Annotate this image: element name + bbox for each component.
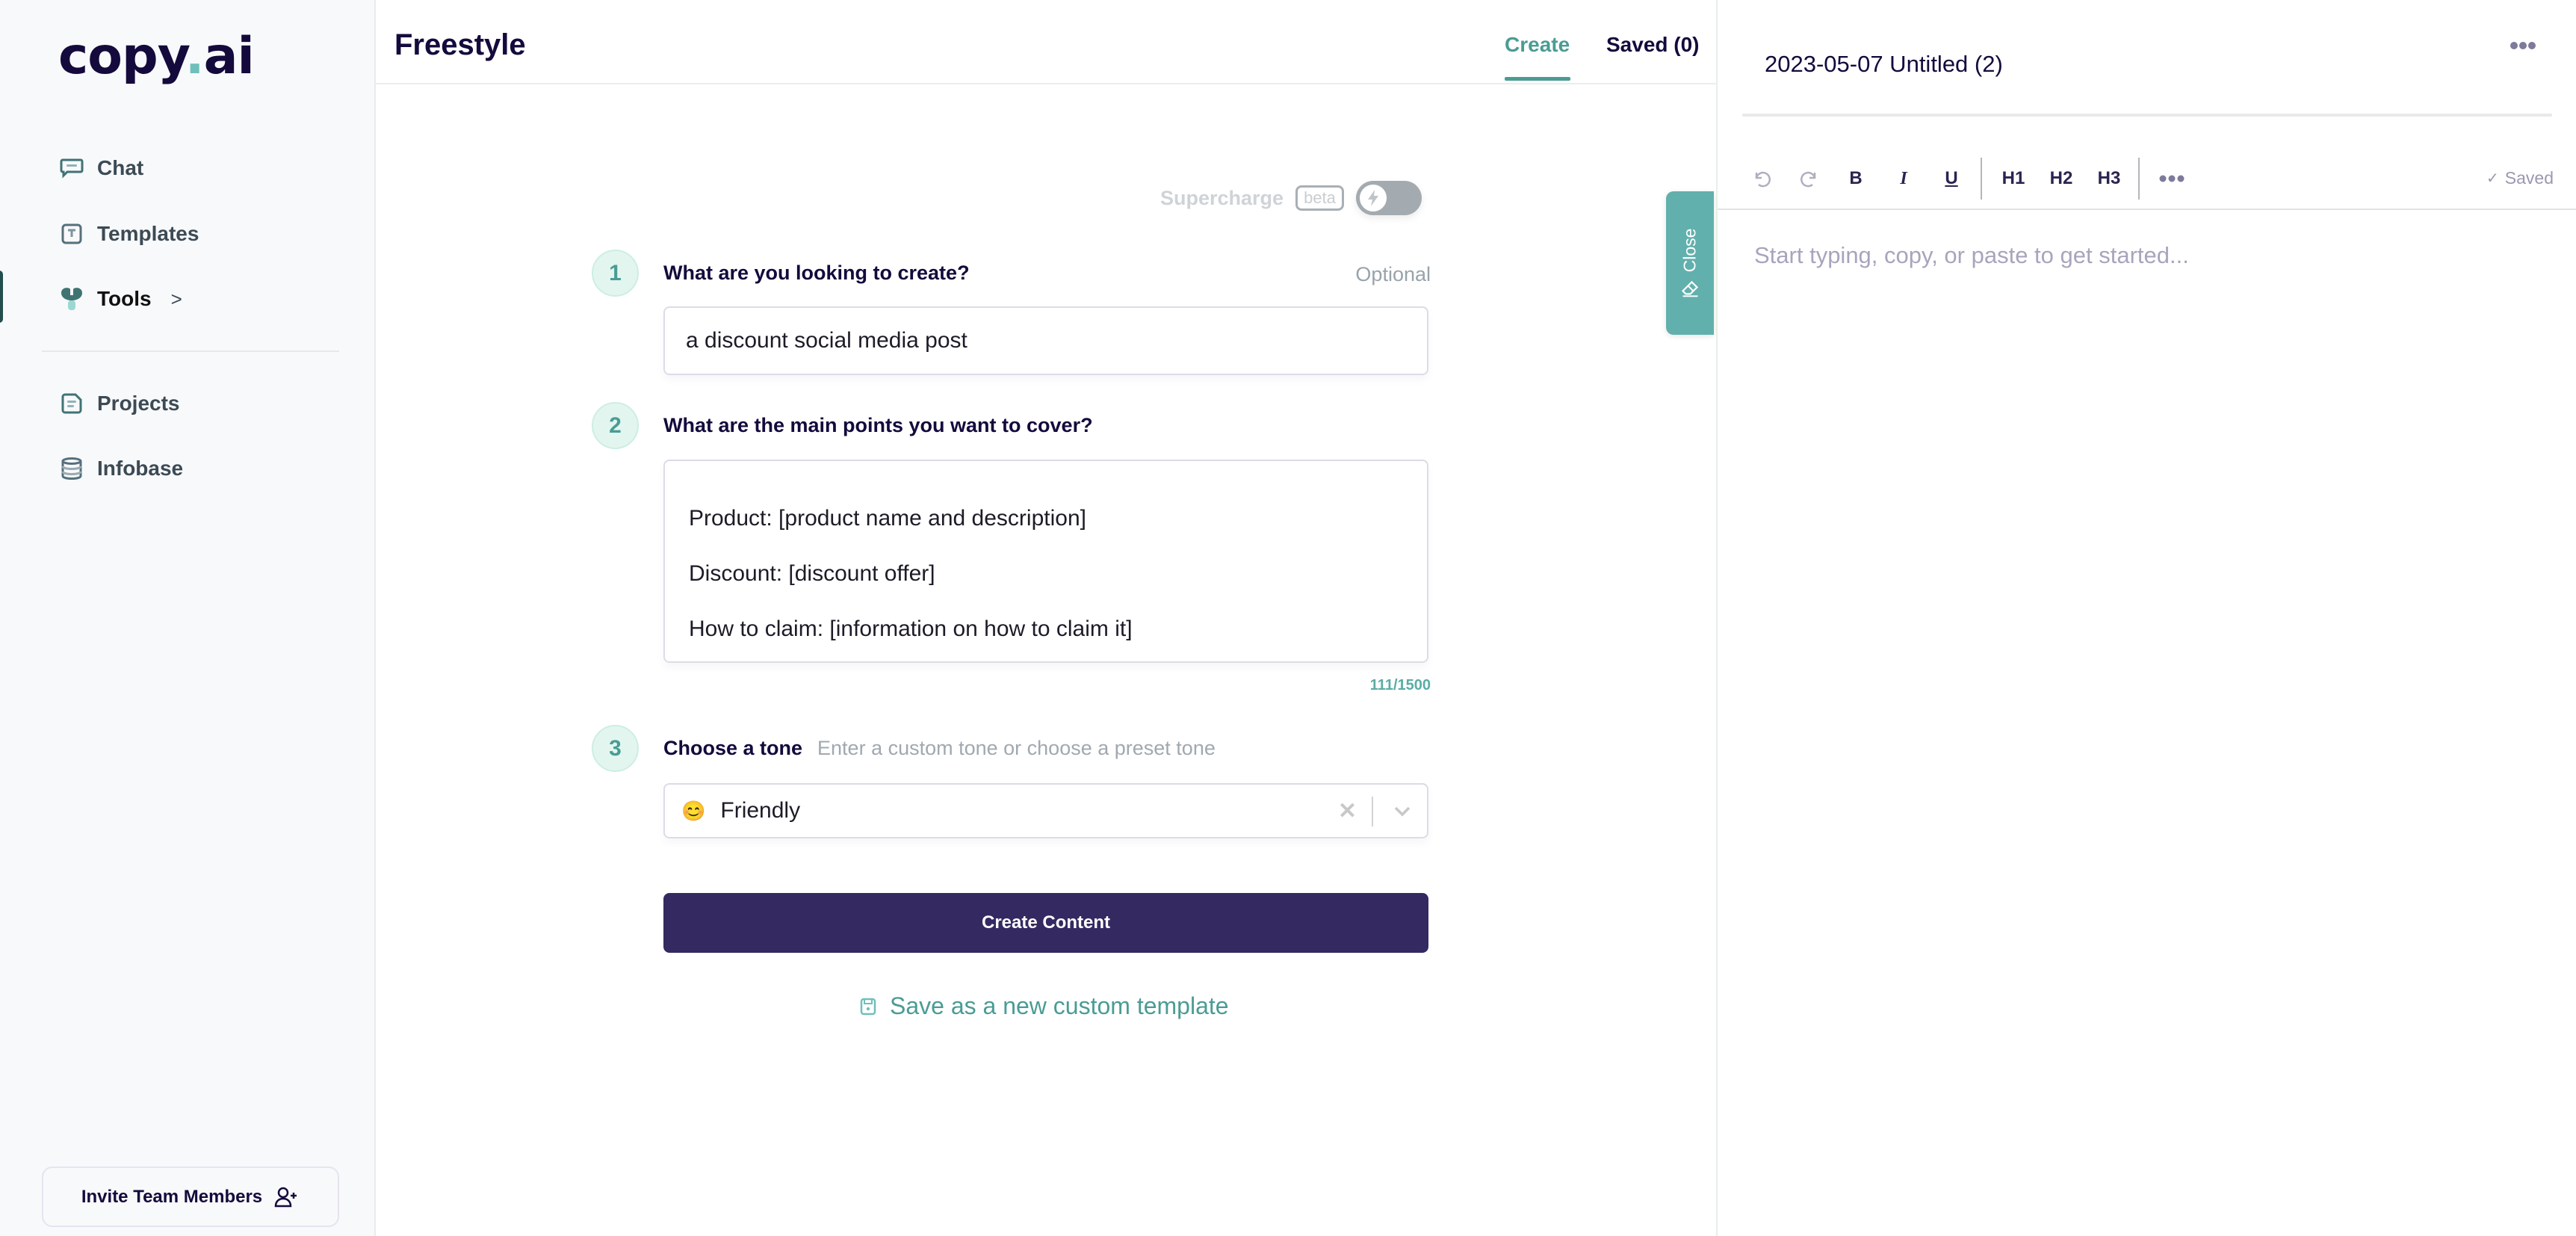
save-template-label: Save as a new custom template [890,992,1229,1019]
tone-select[interactable]: 😊 Friendly ✕ [663,783,1428,838]
logo-text: copy [58,27,186,86]
sidebar-item-chat[interactable]: Chat [60,150,143,186]
h3-button[interactable]: H3 [2094,164,2124,194]
tab-saved[interactable]: Saved (0) [1606,33,1700,57]
logo[interactable]: copy.ai [58,27,255,86]
chevron-right-icon: > [170,287,182,310]
projects-icon [60,392,84,415]
create-content-button[interactable]: Create Content [663,893,1428,953]
h1-button[interactable]: H1 [1998,164,2028,194]
more-formatting-icon[interactable] [2157,164,2187,194]
main-header: Freestyle Create Saved (0) [376,0,1716,84]
main-panel: Freestyle Create Saved (0) Supercharge b… [376,0,1716,1236]
create-what-input[interactable]: a discount social media post [663,306,1428,375]
main-points-line: How to claim: [information on how to cla… [689,617,1133,641]
supercharge-label: Supercharge [1160,186,1284,209]
editor-placeholder[interactable]: Start typing, copy, or paste to get star… [1754,242,2189,269]
optional-label: Optional [1355,263,1431,285]
step-number-3: 3 [592,725,639,772]
page-title: Freestyle [394,28,526,61]
bold-button[interactable]: B [1845,164,1867,194]
editor-panel: 2023-05-07 Untitled (2) B I U H1 H2 H3 ✓… [1716,0,2576,1236]
invite-team-members-button[interactable]: Invite Team Members [42,1167,339,1227]
sidebar-item-label: Infobase [97,457,184,480]
active-indicator [0,271,3,323]
character-counter: 111/1500 [1369,677,1431,693]
step-number-1: 1 [592,250,639,297]
step-1-question: What are you looking to create? [663,262,970,284]
close-label: Close [1679,228,1700,273]
eraser-icon [1681,280,1698,297]
toolbar-separator [2138,158,2140,200]
tone-hint: Enter a custom tone or choose a preset t… [817,737,1216,759]
checkmark-icon: ✓ [2486,170,2499,187]
step-2-question: What are the main points you want to cov… [663,414,1093,436]
clear-icon[interactable]: ✕ [1338,798,1357,824]
toggle-knob [1357,182,1389,214]
editor-toolbar: B I U H1 H2 H3 ✓ Saved [1718,153,2576,210]
templates-icon [60,222,84,246]
italic-button[interactable]: I [1892,164,1915,194]
save-status-label: Saved [2504,168,2554,188]
more-options-icon[interactable] [2510,40,2536,54]
app-window: copy.ai Chat Templates Tools > Projects … [0,0,2576,1236]
floppy-disk-icon [860,998,876,1015]
supercharge-toggle[interactable] [1355,181,1422,215]
main-points-line: Product: [product name and description] [689,506,1086,531]
sidebar-divider [42,350,339,352]
sidebar-item-label: Projects [97,392,180,415]
beta-badge: beta [1295,185,1344,211]
toolbar-separator [1981,158,1982,200]
supercharge-control: Supercharge beta [1160,181,1422,215]
invite-label: Invite Team Members [81,1186,263,1207]
active-tab-underline [1505,77,1570,81]
tools-icon [60,287,84,311]
lightning-icon [1367,190,1378,206]
main-points-line: Discount: [discount offer] [689,561,935,586]
chevron-down-icon[interactable] [1393,800,1412,826]
redo-icon[interactable] [1797,164,1822,194]
undo-icon[interactable] [1749,164,1774,194]
add-user-icon [274,1187,297,1207]
sidebar-item-label: Templates [97,222,199,245]
sidebar-item-label: Tools [97,287,152,310]
save-custom-template-link[interactable]: Save as a new custom template [860,992,1229,1020]
sidebar: copy.ai Chat Templates Tools > Projects … [0,0,376,1236]
sidebar-item-infobase[interactable]: Infobase [60,451,183,486]
step-number-2: 2 [592,402,639,449]
select-separator [1372,797,1373,826]
h2-button[interactable]: H2 [2046,164,2076,194]
tab-create[interactable]: Create [1505,33,1570,57]
chat-icon [60,156,84,180]
logo-suffix: ai [203,27,255,86]
tone-label: Choose a tone [663,737,803,759]
logo-dot: . [185,27,205,86]
title-divider [1742,114,2552,117]
create-what-value: a discount social media post [686,328,967,353]
underline-button[interactable]: U [1940,164,1963,194]
document-title[interactable]: 2023-05-07 Untitled (2) [1765,51,2003,78]
sidebar-item-templates[interactable]: Templates [60,216,199,252]
close-editor-tab[interactable]: Close [1666,191,1714,335]
tone-value: Friendly [720,798,801,823]
sidebar-item-tools[interactable]: Tools > [60,281,182,317]
step-3-question: Choose a tone Enter a custom tone or choo… [663,737,1216,760]
smiley-emoji-icon: 😊 [681,799,706,822]
infobase-icon [60,457,84,481]
sidebar-item-projects[interactable]: Projects [60,386,180,421]
main-points-textarea[interactable]: Product: [product name and description] … [663,460,1428,663]
save-status: ✓ Saved [2486,168,2554,188]
sidebar-item-label: Chat [97,156,144,179]
